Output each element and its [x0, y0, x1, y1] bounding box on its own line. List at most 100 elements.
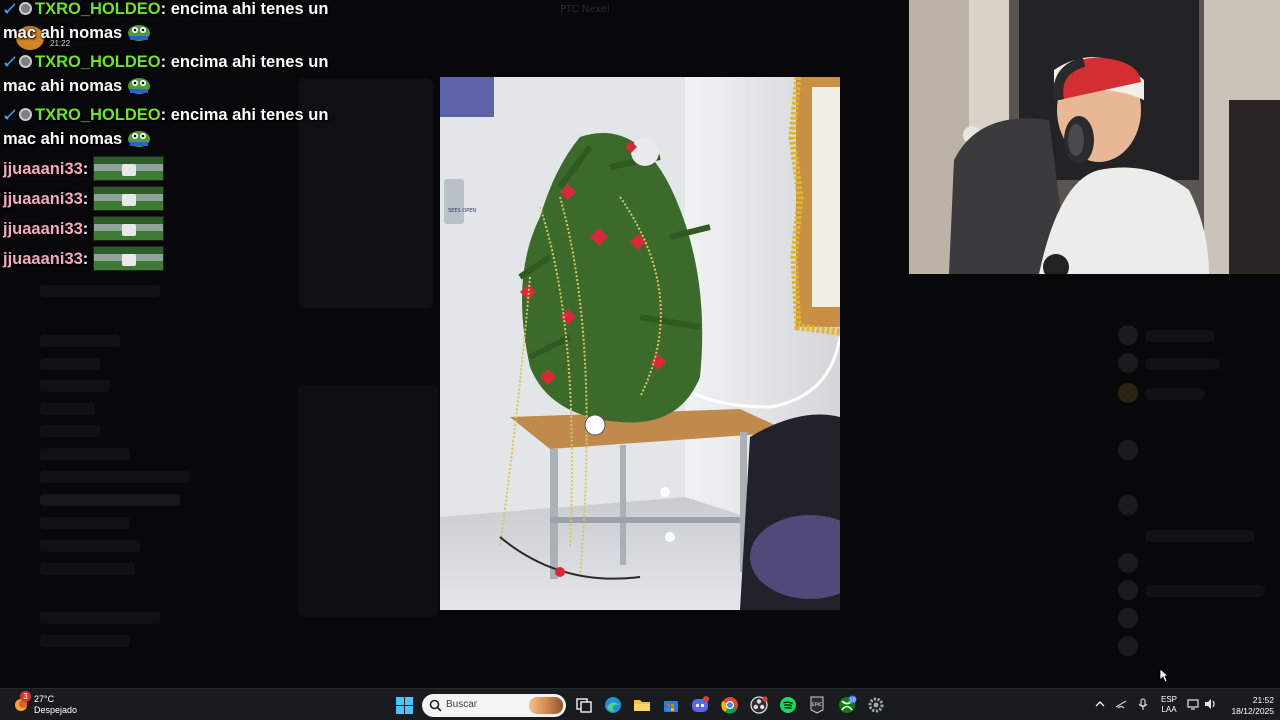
- chat-username[interactable]: jjuaaani33: [3, 250, 83, 268]
- dimmed-member-avatar: [1118, 553, 1138, 573]
- dimmed-member-avatar: [1118, 608, 1138, 628]
- chat-username[interactable]: TXRO_HOLDEO: [35, 53, 161, 71]
- volume-icon[interactable]: [1203, 697, 1217, 711]
- dimmed-member-avatar: [1118, 580, 1138, 600]
- xbox-badge: 10: [849, 697, 855, 703]
- pepe-icon: [127, 131, 150, 147]
- language-line2: LAA: [1161, 705, 1177, 714]
- dimmed-row: [40, 540, 140, 552]
- image-emote: [92, 216, 164, 241]
- dimmed-member-name: [1145, 388, 1205, 400]
- screen: PTC Nexel 21:22 TXRO_HOLDEO: encima ahi …: [0, 0, 1280, 720]
- windows-taskbar: 3 27°C Despejado Buscar EPIC 10 ESP LAA …: [0, 688, 1280, 720]
- windows-start-icon[interactable]: [396, 697, 413, 714]
- image-emote: [92, 156, 164, 181]
- search-placeholder: Buscar: [446, 699, 478, 710]
- moderator-sword-icon: [4, 56, 15, 67]
- badge-icon: [19, 2, 32, 15]
- dimmed-member-avatar: [1118, 353, 1138, 373]
- settings-icon[interactable]: [866, 695, 886, 715]
- chat-username[interactable]: jjuaaani33: [3, 220, 83, 238]
- language-indicator[interactable]: ESP LAA: [1160, 695, 1178, 715]
- taskbar-search-box[interactable]: Buscar: [422, 694, 566, 717]
- dimmed-row: [40, 403, 95, 415]
- chat-username[interactable]: TXRO_HOLDEO: [35, 106, 161, 124]
- chat-message-continued: mac ahi nomas: [3, 127, 151, 151]
- chat-message: jjuaaani33:: [3, 216, 164, 241]
- pepe-icon: [127, 78, 150, 94]
- spotify-icon[interactable]: [778, 695, 798, 715]
- chat-text: :: [82, 160, 89, 178]
- dimmed-member-avatar: [1118, 495, 1138, 515]
- store-icon[interactable]: [661, 695, 681, 715]
- dimmed-member-name: [1145, 330, 1215, 342]
- chrome-icon[interactable]: [720, 695, 740, 715]
- weather-temperature: 27°C: [34, 694, 55, 704]
- chat-message: TXRO_HOLDEO: encima ahi tenes un: [3, 0, 328, 21]
- chat-message: jjuaaani33:: [3, 186, 164, 211]
- task-view-icon[interactable]: [574, 695, 594, 715]
- network-off-icon[interactable]: [1114, 697, 1128, 711]
- weather-badge: 3: [20, 691, 31, 702]
- chat-text: mac ahi nomas: [3, 24, 123, 42]
- dimmed-member-avatar: [1118, 440, 1138, 460]
- clock-time: 21:52: [1252, 695, 1274, 705]
- dimmed-row: [40, 448, 130, 460]
- streamer-webcam: [909, 0, 1280, 274]
- search-icon: [429, 699, 442, 712]
- chat-text: mac ahi nomas: [3, 130, 123, 148]
- edge-icon[interactable]: [603, 695, 623, 715]
- dimmed-member-name: [1145, 530, 1255, 542]
- chat-text: :: [82, 250, 89, 268]
- dimmed-row: [40, 517, 130, 529]
- dimmed-member-avatar: [1118, 636, 1138, 656]
- dimmed-row: [40, 425, 100, 437]
- file-explorer-icon[interactable]: [632, 695, 652, 715]
- display-icon[interactable]: [1186, 697, 1200, 711]
- weather-widget[interactable]: 3 27°C Despejado: [12, 691, 102, 717]
- chat-message: jjuaaani33:: [3, 156, 164, 181]
- mouse-cursor-icon: [1159, 668, 1169, 683]
- dimmed-member-name: [1145, 585, 1265, 597]
- chat-username[interactable]: jjuaaani33: [3, 160, 83, 178]
- chat-text: : encima ahi tenes un: [160, 106, 329, 124]
- xbox-icon[interactable]: 10: [837, 695, 857, 715]
- christmas-tree-photo[interactable]: SEES OPEN: [440, 77, 840, 610]
- svg-text:EPIC: EPIC: [812, 702, 822, 708]
- dimmed-row: [40, 380, 110, 392]
- dimmed-member-avatar: [1118, 325, 1138, 345]
- dimmed-row: [40, 635, 130, 647]
- badge-icon: [19, 108, 32, 121]
- dimmed-row: [40, 563, 135, 575]
- chat-message: TXRO_HOLDEO: encima ahi tenes un: [3, 50, 328, 74]
- moderator-sword-icon: [4, 109, 15, 120]
- microphone-icon[interactable]: [1136, 697, 1150, 711]
- system-clock[interactable]: 21:52 18/12/2025: [1222, 695, 1274, 717]
- chat-message: TXRO_HOLDEO: encima ahi tenes un: [3, 103, 328, 127]
- chat-message-continued: mac ahi nomas: [3, 21, 151, 45]
- weather-description: Despejado: [34, 705, 78, 715]
- dimmed-channel-title: PTC Nexel: [560, 4, 610, 15]
- image-emote: [92, 186, 164, 211]
- chat-text: : encima ahi tenes un: [160, 0, 329, 18]
- discord-icon[interactable]: [690, 695, 710, 715]
- epic-icon[interactable]: EPIC: [807, 695, 827, 715]
- chevron-up-icon[interactable]: [1093, 697, 1107, 711]
- dimmed-member-name: [1145, 358, 1220, 370]
- chat-text: :: [82, 220, 89, 238]
- chat-text: mac ahi nomas: [3, 77, 123, 95]
- chat-username[interactable]: TXRO_HOLDEO: [35, 0, 161, 18]
- clock-date: 18/12/2025: [1231, 706, 1274, 716]
- chat-message: jjuaaani33:: [3, 246, 164, 271]
- dimmed-row: [40, 612, 160, 624]
- dimmed-row-active: [40, 494, 180, 506]
- chat-message-continued: mac ahi nomas: [3, 74, 151, 98]
- dimmed-message-image: [298, 385, 438, 617]
- dimmed-row: [40, 471, 190, 483]
- door-sign-text: SEES OPEN: [448, 208, 476, 214]
- obs-icon[interactable]: [749, 695, 769, 715]
- pepe-icon: [127, 25, 150, 41]
- chat-username[interactable]: jjuaaani33: [3, 190, 83, 208]
- dimmed-row: [40, 335, 120, 347]
- language-line1: ESP: [1160, 695, 1177, 704]
